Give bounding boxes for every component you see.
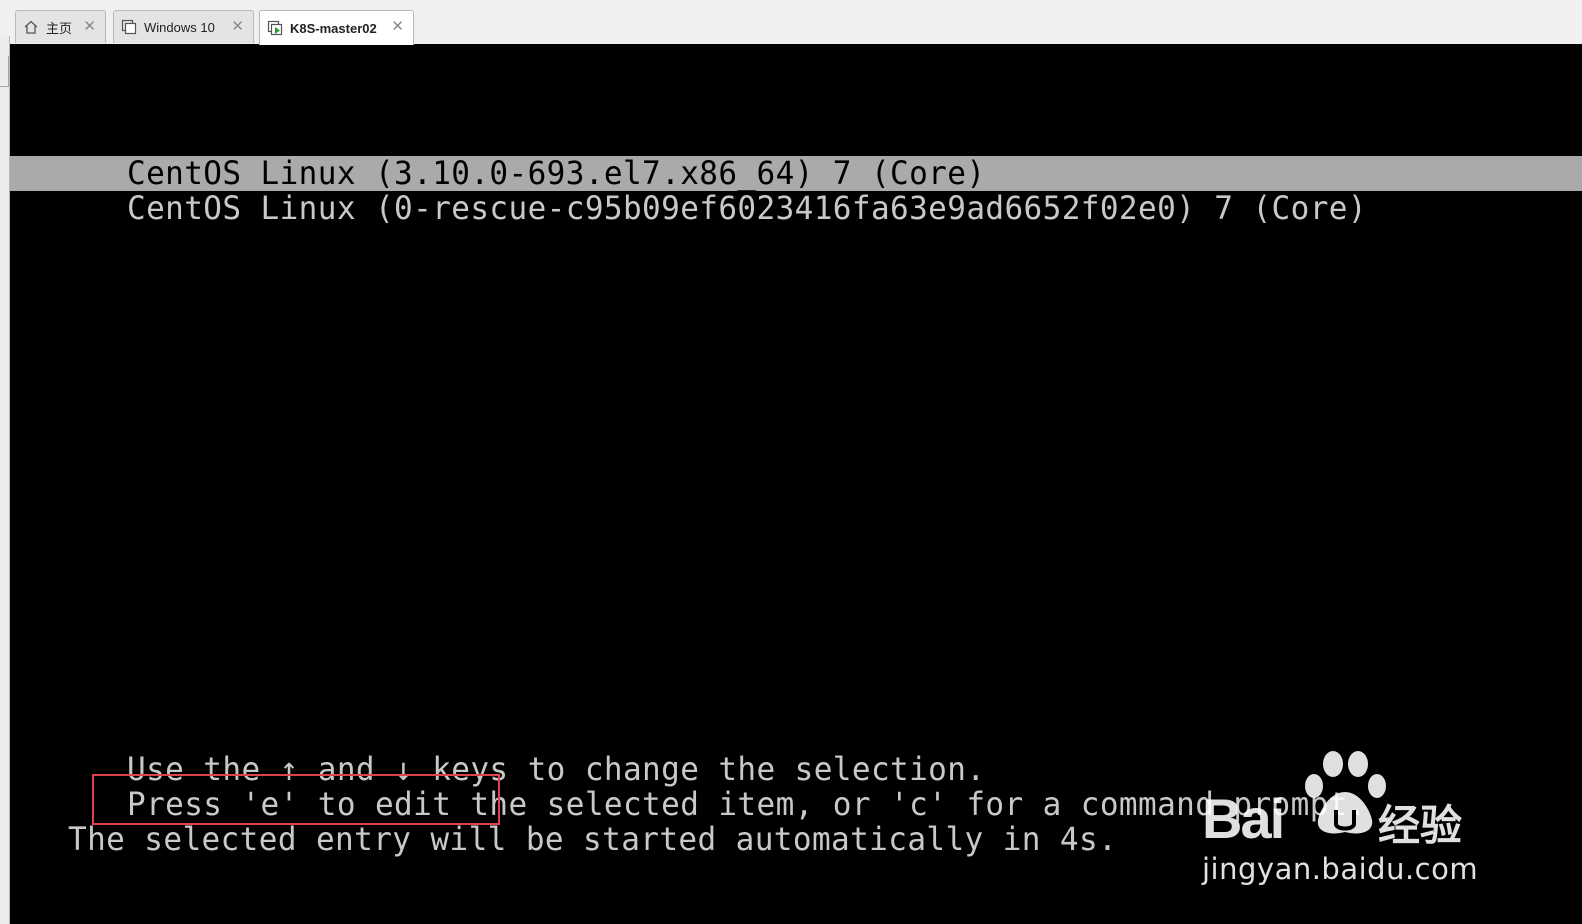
close-icon[interactable]: ✕ <box>391 17 404 35</box>
vm-icon <box>121 19 137 35</box>
vm-console[interactable]: CentOS Linux (3.10.0-693.el7.x86_64) 7 (… <box>10 44 1582 924</box>
grub-entry-selected[interactable]: CentOS Linux (3.10.0-693.el7.x86_64) 7 (… <box>10 156 1582 191</box>
annotation-highlight-box <box>92 774 500 825</box>
tab-windows-10[interactable]: Windows 10 ✕ <box>113 10 254 43</box>
grub-entry-label: CentOS Linux (3.10.0-693.el7.x86_64) 7 (… <box>127 154 986 192</box>
home-icon <box>23 19 39 35</box>
grub-help-line-3: The selected entry will be started autom… <box>68 820 1118 858</box>
watermark-logo: Bai <box>1202 787 1285 850</box>
sidebar-edge <box>0 36 10 924</box>
tab-home-label: 主页 <box>46 20 73 36</box>
tab-home[interactable]: 主页 ✕ <box>15 10 106 43</box>
baidu-jingyan-watermark: Bai 经验 jingyan.baidu.com <box>1200 744 1500 924</box>
tab-windows-10-label: Windows 10 <box>144 19 215 35</box>
grub-entry-rescue[interactable]: CentOS Linux (0-rescue-c95b09ef6023416fa… <box>127 191 1367 226</box>
tab-k8s-master02[interactable]: K8S-master02 ✕ <box>259 10 414 45</box>
tab-bar: 主页 ✕ Windows 10 ✕ K8S-master02 ✕ <box>0 0 1582 45</box>
close-icon[interactable]: ✕ <box>83 17 96 35</box>
paw-logo-icon <box>1305 751 1386 834</box>
watermark-url: jingyan.baidu.com <box>1202 852 1479 886</box>
vm-running-icon <box>267 20 283 36</box>
close-icon[interactable]: ✕ <box>231 17 244 35</box>
tab-k8s-master02-label: K8S-master02 <box>290 20 377 36</box>
watermark-logo-cn: 经验 <box>1378 801 1463 850</box>
